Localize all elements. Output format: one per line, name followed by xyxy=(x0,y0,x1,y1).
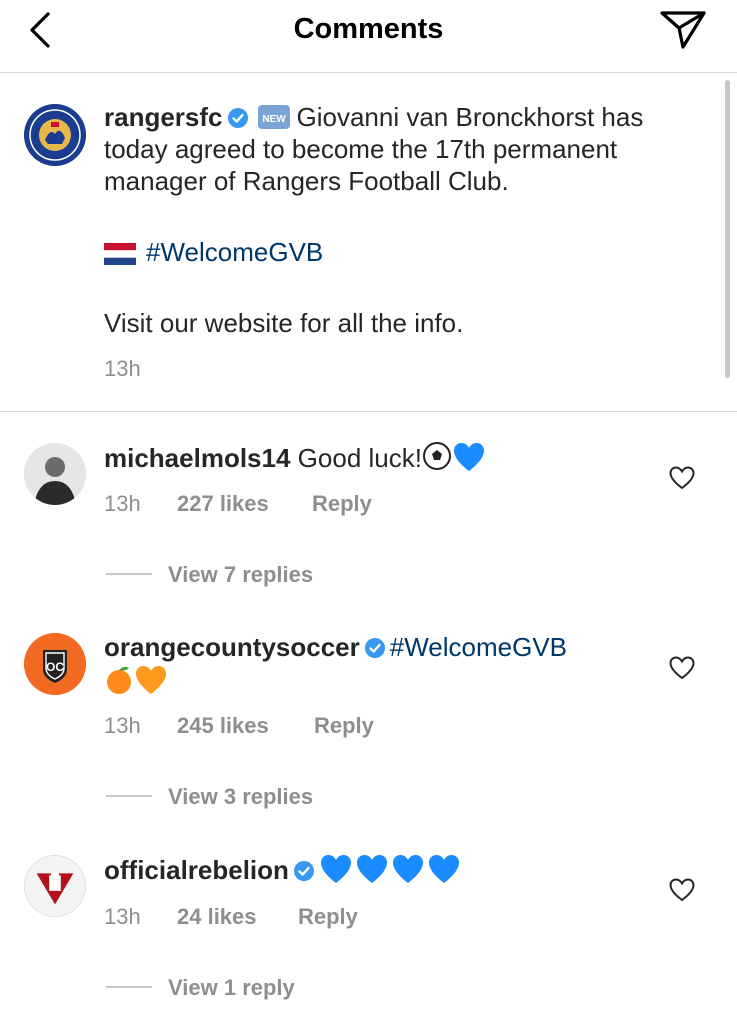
orange-heart-icon xyxy=(136,666,166,694)
comment-1-text: michaelmols14 Good luck! xyxy=(104,441,488,474)
netherlands-flag-icon xyxy=(104,243,136,265)
comment-3-username[interactable]: officialrebelion xyxy=(104,855,289,885)
like-heart-icon[interactable] xyxy=(668,877,696,903)
avatar-orangecountysoccer[interactable]: OC xyxy=(24,633,86,695)
comment-2-time: 13h xyxy=(104,713,141,738)
blue-heart-icon xyxy=(428,855,459,883)
top-bar: Comments xyxy=(0,0,737,72)
oc-crest-letters: OC xyxy=(46,660,64,674)
comment-2-hashtag[interactable]: #WelcomeGVB xyxy=(390,632,567,662)
page-title: Comments xyxy=(293,13,444,45)
comment-3-time: 13h xyxy=(104,904,141,929)
view-replies-line xyxy=(106,573,152,575)
comment-1-username[interactable]: michaelmols14 xyxy=(104,443,290,473)
avatar-officialrebelion[interactable] xyxy=(24,855,86,917)
rebelion-logo-icon xyxy=(25,856,85,916)
scrollbar[interactable] xyxy=(725,80,730,378)
orange-fruit-icon xyxy=(107,666,131,694)
blue-heart-icon xyxy=(453,443,484,471)
verified-badge-icon xyxy=(293,861,314,881)
comment-1-time: 13h xyxy=(104,491,141,516)
comment-2-likes[interactable]: 245 likes xyxy=(177,713,269,739)
oc-crest-icon: OC xyxy=(24,633,86,695)
like-heart-icon[interactable] xyxy=(668,655,696,681)
caption-hashtag-line: #WelcomeGVB xyxy=(104,236,323,268)
svg-text:NEW: NEW xyxy=(262,114,286,125)
comment-1-view-replies[interactable]: View 7 replies xyxy=(168,562,313,588)
verified-badge-icon xyxy=(227,108,248,128)
paper-plane-icon[interactable] xyxy=(658,9,708,51)
header-divider xyxy=(0,72,737,73)
comment-1-body: Good luck! xyxy=(297,443,422,473)
caption-hashtag[interactable]: #WelcomeGVB xyxy=(146,237,323,267)
comment-1-reply[interactable]: Reply xyxy=(312,491,372,517)
avatar-rangersfc[interactable] xyxy=(24,104,86,166)
view-replies-line xyxy=(106,795,152,797)
comment-1-likes[interactable]: 227 likes xyxy=(177,491,269,517)
caption-visit: Visit our website for all the info. xyxy=(104,308,464,338)
comment-2-username[interactable]: orangecountysoccer xyxy=(104,632,360,662)
caption-line-1: Giovanni van Bronckhorst has xyxy=(296,102,644,132)
comment-3-text: officialrebelion xyxy=(104,853,463,886)
comment-2-text: orangecountysoccer #WelcomeGVB xyxy=(104,631,567,663)
post-caption: rangersfc NEW Giovanni van Bronckhorst has… xyxy=(104,101,704,197)
verified-badge-icon xyxy=(364,638,385,658)
comment-3-view-replies[interactable]: View 1 reply xyxy=(168,975,295,1001)
avatar-michaelmols14[interactable] xyxy=(24,443,86,505)
blue-heart-icon xyxy=(320,855,351,883)
comment-3-likes[interactable]: 24 likes xyxy=(177,904,257,930)
blue-heart-icon xyxy=(356,855,387,883)
caption-line-3: manager of Rangers Football Club. xyxy=(104,166,509,196)
caption-line-2: today agreed to become the 17th permanen… xyxy=(104,134,618,164)
post-username[interactable]: rangersfc xyxy=(104,102,223,132)
comment-2-reply[interactable]: Reply xyxy=(314,713,374,739)
person-photo-icon xyxy=(24,443,86,505)
post-time: 13h xyxy=(104,356,141,381)
new-badge-icon: NEW xyxy=(257,105,290,129)
like-heart-icon[interactable] xyxy=(668,465,696,491)
blue-heart-icon xyxy=(392,855,423,883)
comment-2-view-replies[interactable]: View 3 replies xyxy=(168,784,313,810)
soccer-ball-icon xyxy=(422,442,451,470)
comment-3-reply[interactable]: Reply xyxy=(298,904,358,930)
view-replies-line xyxy=(106,986,152,988)
comment-2-emoji-line xyxy=(104,664,170,697)
caption-divider xyxy=(0,411,737,412)
rangers-crest-icon xyxy=(24,104,86,166)
